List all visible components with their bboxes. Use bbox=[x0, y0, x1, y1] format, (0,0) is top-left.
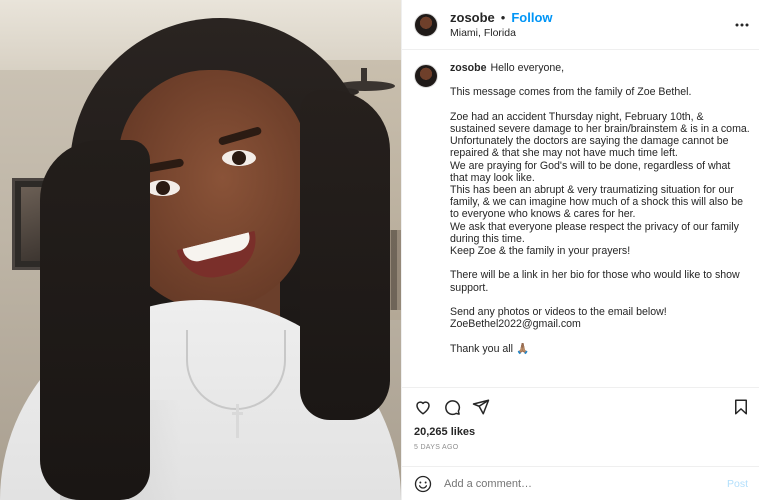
caption-line: Thank you all 🙏🏽 bbox=[450, 342, 530, 355]
follow-button[interactable]: Follow bbox=[511, 10, 552, 26]
heart-icon[interactable] bbox=[414, 398, 432, 416]
bookmark-icon[interactable] bbox=[732, 398, 750, 416]
separator-dot: • bbox=[500, 9, 506, 25]
send-icon[interactable] bbox=[472, 398, 490, 416]
location-link[interactable]: Miami, Florida bbox=[450, 26, 553, 40]
comment-icon[interactable] bbox=[443, 398, 461, 416]
comment-input[interactable] bbox=[444, 477, 704, 490]
post-header: zosobe • Follow Miami, Florida bbox=[402, 0, 759, 50]
action-bar bbox=[402, 387, 759, 425]
username-link[interactable]: zosobe bbox=[450, 10, 495, 26]
caption-username[interactable]: zosobe bbox=[450, 62, 487, 74]
instagram-post: zosobe • Follow Miami, Florida zosobe Hel… bbox=[0, 0, 759, 500]
post-timestamp: 5 DAYS AGO bbox=[414, 444, 459, 451]
caption-line: This has been an abrupt & very traumatiz… bbox=[450, 184, 744, 221]
hair-front-left bbox=[40, 140, 150, 500]
smiley-icon[interactable] bbox=[414, 475, 432, 493]
caption-line: There will be a link in her bio for thos… bbox=[450, 269, 740, 294]
comment-bar: Post bbox=[402, 466, 759, 500]
caption-line: Unfortunately the doctors are saying the… bbox=[450, 135, 729, 160]
caption-line: Send any photos or videos to the email b… bbox=[450, 306, 667, 318]
caption-line: Keep Zoe & the family in your prayers! bbox=[450, 245, 631, 258]
email-link[interactable]: ZoeBethel2022@gmail.com bbox=[450, 318, 750, 330]
cross-pendant bbox=[232, 404, 243, 438]
caption-line: Zoe had an accident Thursday night, Febr… bbox=[450, 110, 750, 135]
caption-avatar[interactable] bbox=[414, 64, 438, 88]
avatar[interactable] bbox=[414, 12, 438, 37]
caption-line: We ask that everyone please respect the … bbox=[450, 220, 739, 245]
caption-line: We are praying for God's will to be done… bbox=[450, 159, 731, 184]
post-comment-button[interactable]: Post bbox=[727, 478, 748, 490]
post-photo[interactable] bbox=[0, 0, 401, 500]
caption-text: zosobe Hello everyone, This message comes… bbox=[450, 62, 750, 355]
hair-front-right bbox=[300, 90, 390, 420]
more-horizontal-icon[interactable] bbox=[734, 17, 750, 33]
caption-line: This message comes from the family of Zo… bbox=[450, 86, 692, 99]
post-side-panel: zosobe • Follow Miami, Florida zosobe Hel… bbox=[401, 0, 759, 500]
post-caption: zosobe Hello everyone, This message comes… bbox=[414, 62, 754, 386]
likes-count[interactable]: 20,265 likes bbox=[414, 426, 475, 438]
